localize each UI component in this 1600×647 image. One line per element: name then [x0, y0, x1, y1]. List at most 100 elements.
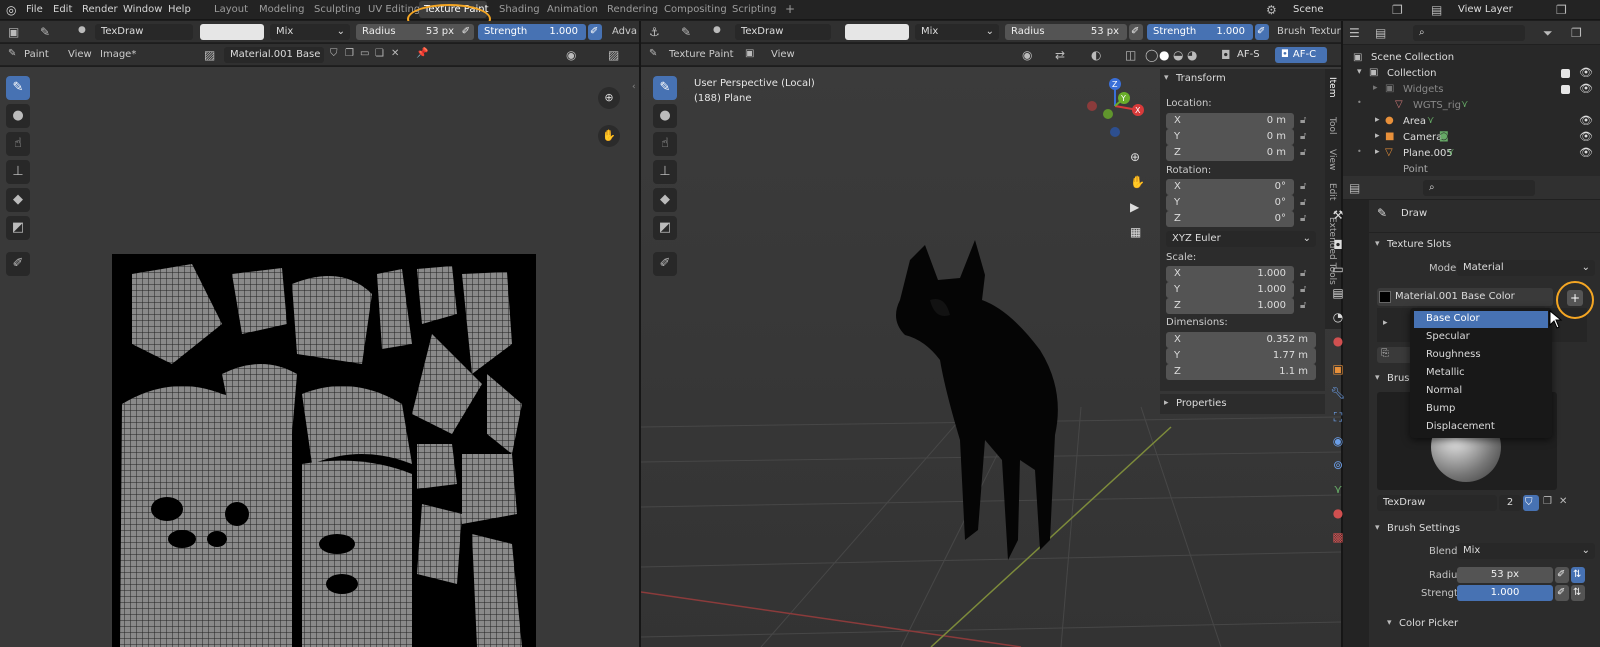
view-layer-tab-icon[interactable]: ▤	[1329, 286, 1347, 304]
eye-icon[interactable]: 👁︎	[1579, 82, 1593, 95]
brush-name-field[interactable]: TexDraw	[95, 24, 193, 40]
radius-pressure-icon[interactable]: ✐	[1129, 24, 1143, 40]
render-tab-icon[interactable]: ◘	[1329, 238, 1347, 256]
zoom-icon[interactable]: ⊕	[598, 87, 620, 109]
tab-tool[interactable]: Tool	[1327, 117, 1337, 134]
radius-field[interactable]: 53 px	[1457, 567, 1553, 583]
pressure-icon[interactable]: ✐	[462, 26, 470, 37]
texture-slots-title[interactable]: Texture Slots	[1387, 239, 1451, 250]
menu-item-displacement[interactable]: Displacement	[1414, 419, 1548, 436]
blend-dropdown[interactable]: Mix ⌄	[1457, 543, 1595, 559]
advanced-menu[interactable]: Adva	[612, 26, 637, 37]
tab-view[interactable]: View	[1327, 149, 1337, 170]
editor-type-icon[interactable]: ☰	[1349, 26, 1360, 40]
display-channels-icon[interactable]: ▨	[608, 48, 619, 62]
tab-animation[interactable]: Animation	[547, 4, 598, 15]
radius-slider[interactable]: Radius 53 px	[1005, 24, 1127, 40]
properties-panel-collapsed[interactable]: ▸ Properties	[1160, 394, 1325, 414]
fill-tool-icon[interactable]: ◆	[6, 188, 30, 212]
tab-scripting[interactable]: Scripting	[732, 4, 776, 15]
new-view-layer-icon[interactable]: ❐	[1556, 3, 1567, 17]
collapse-arrow-icon[interactable]: ▾	[1375, 523, 1380, 533]
draw-tool-icon[interactable]: ✎	[653, 76, 677, 100]
tab-shading[interactable]: Shading	[499, 4, 540, 15]
strength-field[interactable]: 1.000	[1457, 585, 1553, 601]
menu-help[interactable]: Help	[168, 4, 191, 15]
tab-layout[interactable]: Layout	[214, 4, 248, 15]
rotation-y-field[interactable]: Y 0°	[1166, 195, 1294, 211]
shading-rendered-icon[interactable]: ◕	[1187, 48, 1197, 62]
rotation-mode-dropdown[interactable]: XYZ Euler ⌄	[1166, 231, 1316, 247]
eye-icon[interactable]: 👁︎	[1579, 66, 1593, 79]
clone-tool-icon[interactable]: ⊥	[653, 160, 677, 184]
expand-arrow-icon[interactable]: ▸	[1373, 83, 1378, 93]
duplicate-icon[interactable]: ❏	[375, 48, 384, 59]
mode-dropdown[interactable]: Material ⌄	[1457, 260, 1595, 276]
menu-file[interactable]: File	[26, 4, 43, 15]
physics-tab-icon[interactable]: ◉	[1329, 434, 1347, 452]
output-tab-icon[interactable]: ▭	[1329, 262, 1347, 280]
outliner-item[interactable]: WGTS_rig	[1413, 100, 1461, 111]
outliner-item[interactable]: Plane.005	[1403, 148, 1453, 159]
tab-sculpting[interactable]: Sculpting	[314, 4, 361, 15]
view-layer-icon[interactable]: ▤	[1431, 3, 1442, 17]
strength-pressure-icon[interactable]: ✐	[1555, 585, 1569, 601]
af-s-button[interactable]: AF-S	[1237, 49, 1260, 60]
dimensions-z-field[interactable]: Z 1.1 m	[1166, 364, 1316, 380]
duplicate-icon[interactable]: ❐	[1543, 496, 1552, 507]
fake-user-icon[interactable]: ⛉	[330, 48, 338, 59]
unlink-icon[interactable]: ✕	[391, 48, 399, 59]
display-mode-icon[interactable]: ▤	[1375, 26, 1386, 40]
soften-tool-icon[interactable]: ●	[6, 104, 30, 128]
lock-icon[interactable]: 🔓︎	[1300, 181, 1306, 192]
outliner-item[interactable]: Camera	[1403, 132, 1442, 143]
shading-material-icon[interactable]: ◒	[1173, 48, 1183, 62]
expand-arrow-icon[interactable]: ▸	[1383, 318, 1388, 328]
mask-tool-icon[interactable]: ◩	[6, 216, 30, 240]
annotate-tool-icon[interactable]: ✐	[6, 252, 30, 276]
properties-search-input[interactable]: ⌕	[1423, 180, 1535, 196]
tab-edit[interactable]: Edit	[1327, 183, 1337, 200]
location-z-field[interactable]: Z 0 m	[1166, 145, 1294, 161]
outliner-search-input[interactable]: ⌕	[1413, 25, 1525, 41]
radius-pressure-icon[interactable]: ✐	[1555, 567, 1569, 583]
menu-render[interactable]: Render	[82, 4, 118, 15]
outliner-item[interactable]: Area	[1403, 116, 1426, 127]
eye-icon[interactable]: 👁︎	[1579, 114, 1593, 127]
tab-modeling[interactable]: Modeling	[259, 4, 305, 15]
unlink-icon[interactable]: ✕	[1559, 496, 1567, 507]
menu-item-roughness[interactable]: Roughness	[1414, 347, 1548, 364]
scale-y-field[interactable]: Y 1.000	[1166, 282, 1294, 298]
transform-title[interactable]: Transform	[1176, 73, 1226, 84]
outliner-item[interactable]: Widgets	[1403, 84, 1443, 95]
lock-icon[interactable]: 🔓︎	[1300, 213, 1306, 224]
scale-x-field[interactable]: X 1.000	[1166, 266, 1294, 282]
smear-tool-icon[interactable]: ☝	[6, 132, 30, 156]
radius-unit-icon[interactable]: ⇅	[1571, 567, 1585, 583]
fake-user-shield-icon[interactable]: ⛉	[1523, 495, 1539, 511]
mode-icon[interactable]: ✎	[649, 48, 657, 59]
lock-icon[interactable]: 🔓︎	[1300, 147, 1306, 158]
sidebar-toggle-icon[interactable]: ‹	[632, 82, 636, 92]
dimensions-x-field[interactable]: X 0.352 m	[1166, 332, 1316, 348]
menu-view[interactable]: View	[771, 49, 795, 60]
expand-arrow-icon[interactable]: ▸	[1375, 115, 1380, 125]
strength-pressure-icon[interactable]: ✐	[588, 24, 602, 40]
lock-icon[interactable]: 🔓︎	[1300, 131, 1306, 142]
collapse-arrow-icon[interactable]: ▾	[1164, 73, 1169, 83]
checkbox[interactable]	[1561, 85, 1570, 94]
brush-preview-icon[interactable]: ●	[78, 25, 86, 35]
editor-type-icon[interactable]: ▤	[1349, 181, 1360, 195]
editor-type-icon[interactable]: ⚓	[649, 25, 660, 39]
dimensions-y-field[interactable]: Y 1.77 m	[1166, 348, 1316, 364]
expand-arrow-icon[interactable]: ▸	[1375, 131, 1380, 141]
menu-window[interactable]: Window	[123, 4, 162, 15]
collapse-arrow-icon[interactable]: ▾	[1375, 239, 1380, 249]
open-image-icon[interactable]: ▭	[360, 48, 369, 59]
eye-icon[interactable]: 👁︎	[1579, 146, 1593, 159]
lock-icon[interactable]: 🔓︎	[1300, 197, 1306, 208]
menu-item-bump[interactable]: Bump	[1414, 401, 1548, 418]
collapse-arrow-icon[interactable]: ▾	[1387, 618, 1392, 628]
strength-pressure-icon[interactable]: ✐	[1255, 24, 1269, 40]
brush-users-count[interactable]: 2	[1499, 495, 1521, 511]
